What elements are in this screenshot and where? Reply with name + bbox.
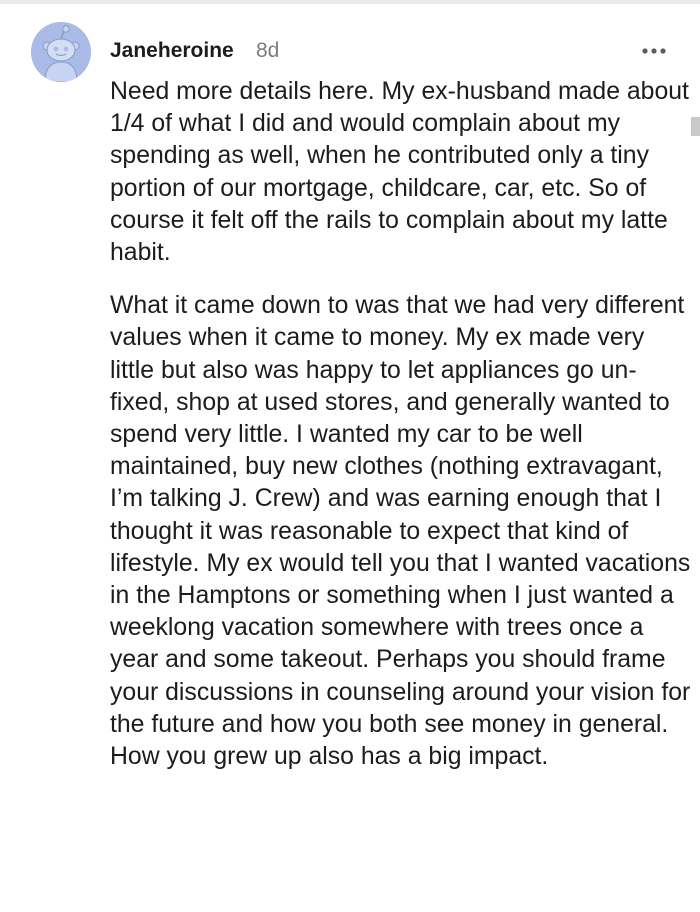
comment-paragraph: What it came down to was that we had ver… bbox=[110, 292, 691, 771]
more-options-button[interactable] bbox=[636, 40, 672, 62]
comment-paragraph: Need more details here. My ex-husband ma… bbox=[110, 78, 689, 267]
comment-author[interactable]: Janeheroine bbox=[110, 39, 234, 63]
comment: Janeheroine 8d Need more details here. M… bbox=[0, 0, 700, 912]
user-avatar[interactable] bbox=[31, 22, 91, 82]
comment-timestamp: 8d bbox=[256, 39, 280, 62]
more-horizontal-icon bbox=[642, 48, 666, 54]
snoo-avatar-icon bbox=[31, 22, 91, 82]
comment-body: Need more details here. My ex-husband ma… bbox=[110, 76, 695, 773]
